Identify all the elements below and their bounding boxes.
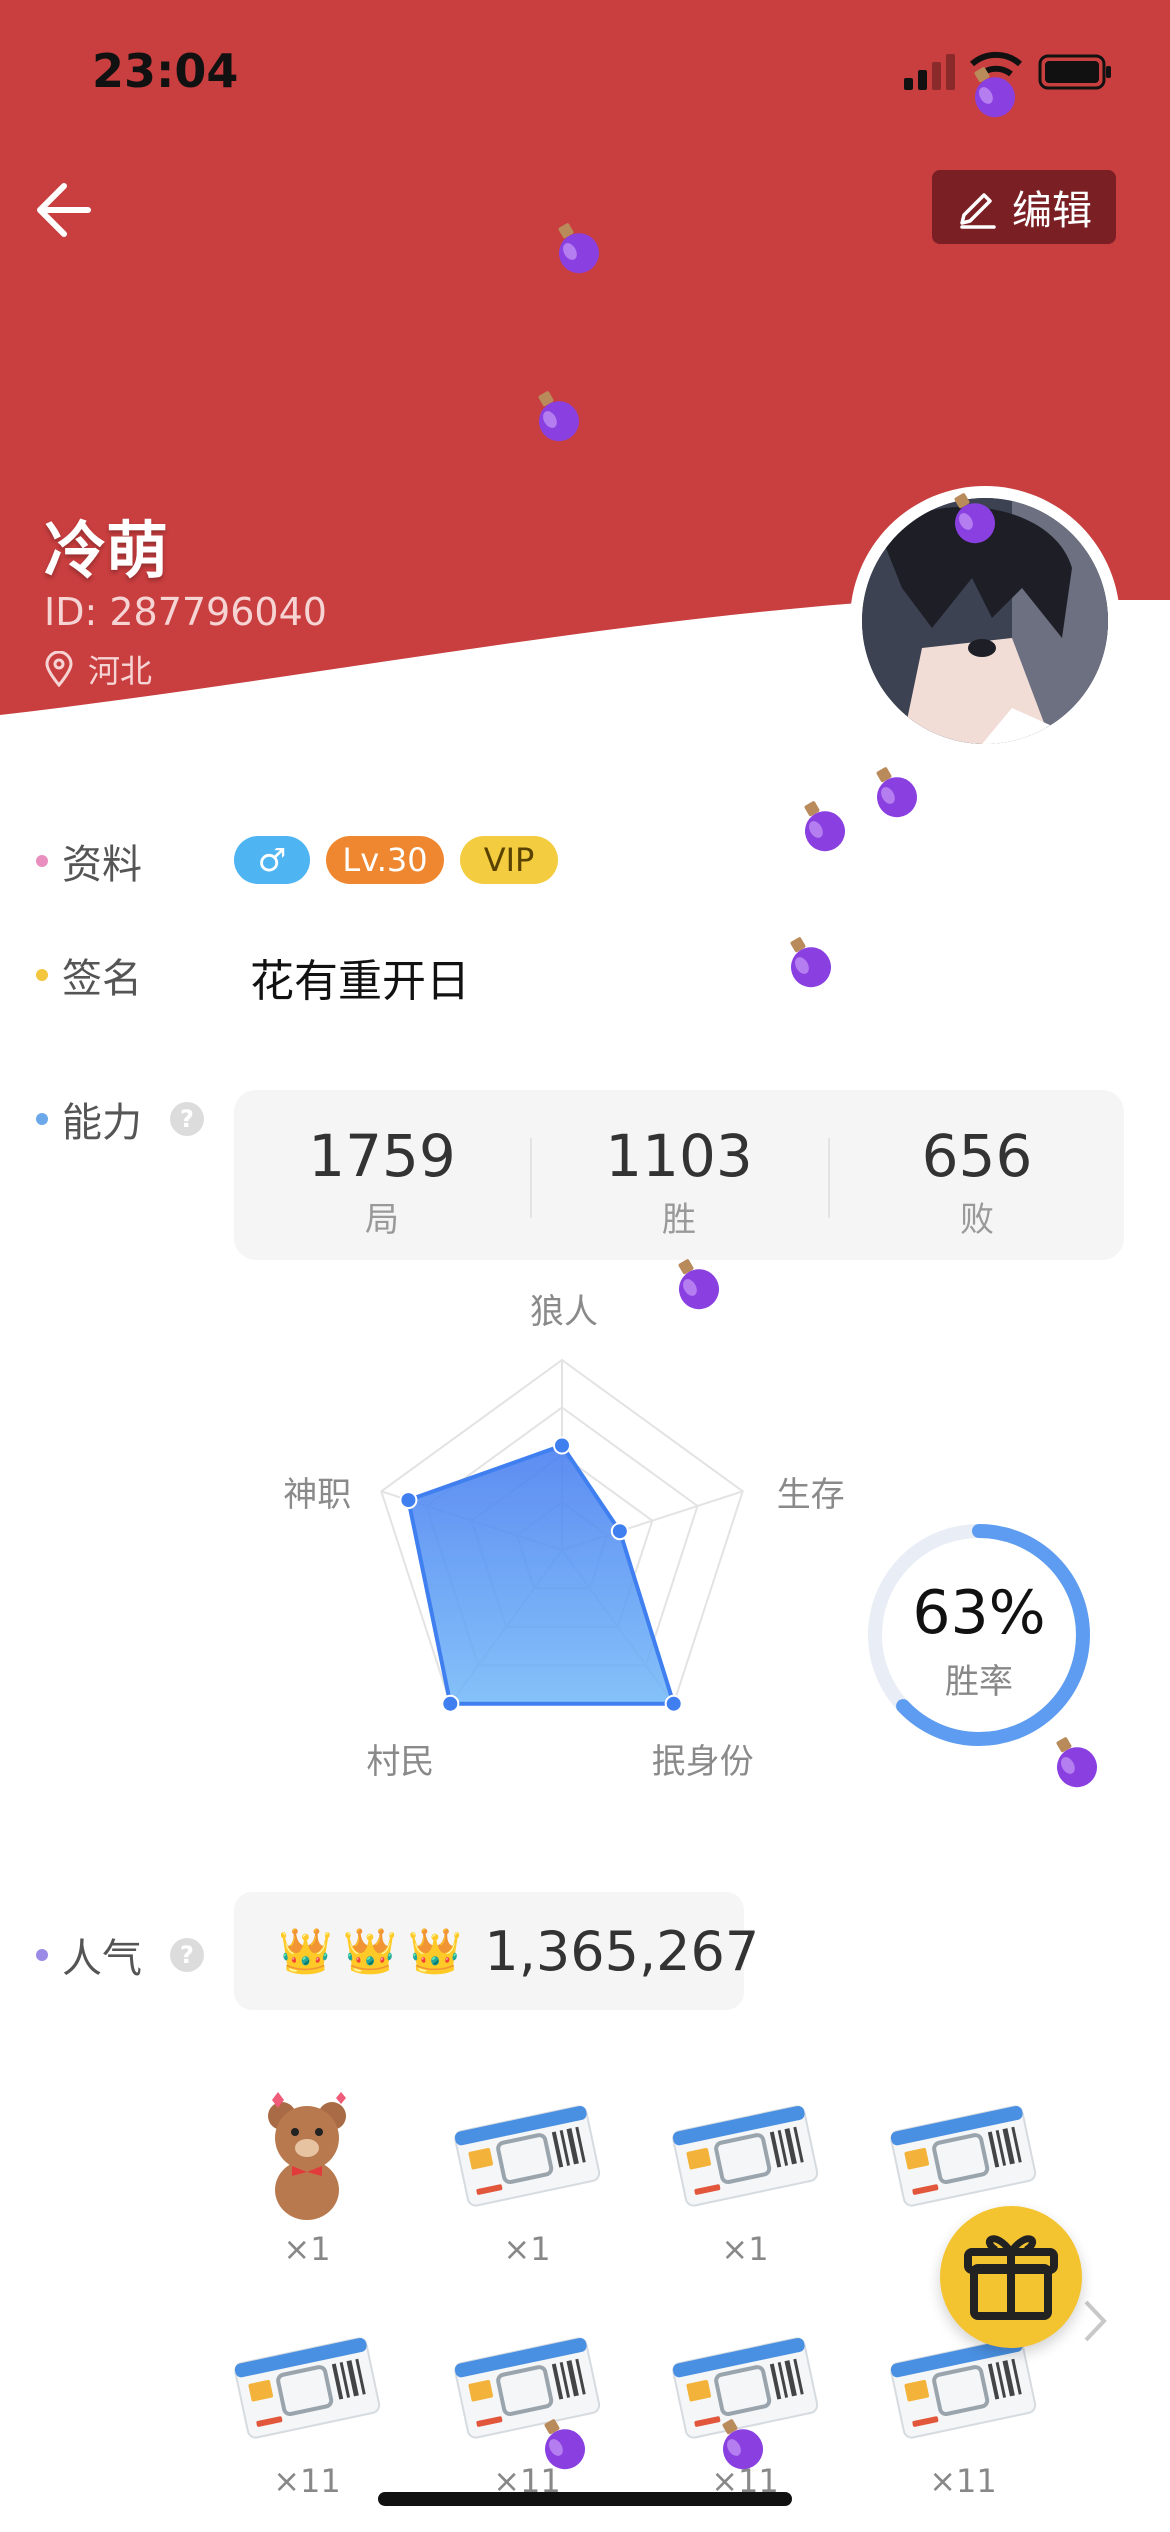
radar-point — [610, 1522, 629, 1541]
popularity-help-icon[interactable]: ? — [170, 1938, 204, 1972]
profile-row-label: 资料 — [36, 832, 142, 890]
gift-count: ×1 — [283, 2230, 331, 2268]
gift-count: ×11 — [273, 2462, 341, 2500]
radar-point — [441, 1694, 460, 1713]
location-pin-icon — [45, 651, 73, 687]
popularity-card: 👑 👑 👑 1,365,267 — [234, 1892, 759, 2010]
radar-point — [664, 1694, 683, 1713]
user-id: ID: 287796040 — [44, 590, 327, 634]
home-indicator — [378, 2492, 792, 2506]
potion-icon — [1042, 1730, 1106, 1794]
status-time: 23:04 — [92, 44, 239, 98]
location-text: 河北 — [88, 652, 153, 690]
crown-icon: 👑 — [342, 1926, 398, 1977]
send-gift-button[interactable] — [940, 2206, 1082, 2348]
stat-label: 局 — [365, 1200, 399, 1240]
potion-icon — [530, 2412, 594, 2476]
potion-icon — [544, 216, 608, 280]
popularity-label: 人气 — [62, 1936, 142, 1982]
gift-box-icon — [964, 2235, 1058, 2320]
crown-icon: 👑 — [278, 1926, 333, 1977]
radar-point — [553, 1436, 571, 1455]
radar-point — [399, 1491, 418, 1510]
win-rate-label: 胜率 — [945, 1662, 1013, 1702]
stat-label: 败 — [960, 1200, 994, 1240]
potion-icon — [940, 486, 1004, 550]
stat-value: 1103 — [605, 1122, 753, 1190]
radar-axis-label: 村民 — [366, 1741, 435, 1782]
potion-icon — [524, 384, 588, 448]
gift-count: ×1 — [721, 2230, 769, 2268]
battery-icon — [1038, 54, 1111, 90]
user-name: 冷萌 — [44, 514, 169, 587]
radar-axis-label: 生存 — [776, 1475, 845, 1516]
ability-stats-card: 1759 局 1103 胜 656 败 — [234, 1090, 1124, 1260]
radar-axis-label: 神职 — [283, 1475, 352, 1516]
popularity-value: 1,365,267 — [484, 1919, 760, 1983]
back-arrow-icon[interactable] — [30, 170, 110, 250]
edit-label: 编辑 — [1012, 188, 1092, 234]
potion-icon — [776, 930, 840, 994]
bus-ticket-gift-icon[interactable] — [670, 2080, 820, 2230]
crown-icon: 👑 — [407, 1926, 463, 1977]
radar-area — [406, 1443, 677, 1706]
user-location: 河北 — [44, 646, 152, 692]
ability-radar-chart — [380, 1358, 744, 1713]
edit-button[interactable]: 编辑 — [932, 170, 1116, 244]
chevron-right-icon[interactable] — [1080, 2296, 1110, 2346]
signature-row-label: 签名 — [36, 946, 142, 1004]
signature-label: 签名 — [62, 956, 142, 1002]
potion-icon — [960, 60, 1024, 124]
bullet-dot — [36, 1113, 48, 1125]
potion-icon — [790, 794, 854, 858]
gift-count: ×1 — [503, 2230, 551, 2268]
ability-label: 能力 — [62, 1100, 142, 1146]
level-tag: Lv.30 — [326, 836, 444, 884]
stat-losses: 656 败 — [829, 1090, 1125, 1260]
signature-text: 花有重开日 — [250, 956, 470, 1007]
potion-icon — [708, 2412, 772, 2476]
radar-axis-label: 狼人 — [530, 1292, 598, 1332]
potion-icon — [862, 760, 926, 824]
stat-wins: 1103 胜 — [531, 1090, 827, 1260]
gender-tag: ♂ — [234, 836, 310, 884]
popularity-row-label: 人气 ? — [36, 1926, 204, 1984]
bus-ticket-gift-icon[interactable] — [452, 2080, 602, 2230]
potion-icon — [664, 1252, 728, 1316]
win-rate-value: 63% — [912, 1578, 1046, 1648]
ability-help-icon[interactable]: ? — [170, 1102, 204, 1136]
vip-tag: VIP — [460, 836, 558, 884]
bullet-dot — [36, 1949, 48, 1961]
bullet-dot — [36, 969, 48, 981]
stat-value: 656 — [921, 1122, 1033, 1190]
profile-label: 资料 — [62, 842, 142, 888]
signal-icon — [904, 54, 955, 90]
bus-ticket-gift-icon[interactable] — [232, 2312, 382, 2462]
stat-games: 1759 局 — [234, 1090, 530, 1260]
ability-row-label: 能力 ? — [36, 1090, 204, 1148]
stat-value: 1759 — [308, 1122, 456, 1190]
pencil-icon — [960, 193, 996, 229]
teddy-bear-gift-icon[interactable] — [232, 2080, 382, 2230]
radar-axis-label: 抿身份 — [651, 1741, 754, 1782]
stat-label: 胜 — [662, 1200, 696, 1240]
gift-count: ×11 — [929, 2462, 997, 2500]
bullet-dot — [36, 855, 48, 867]
